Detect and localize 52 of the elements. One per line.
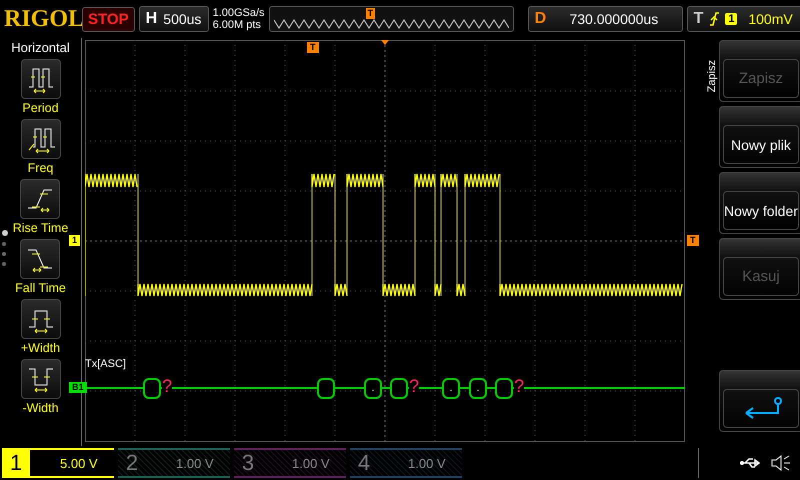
side-menu-title: Zapisz bbox=[706, 60, 718, 92]
trigger-level: 100mV bbox=[747, 11, 794, 27]
speaker-muted-icon bbox=[770, 455, 791, 471]
timebase-box[interactable]: H 500us bbox=[138, 6, 209, 32]
measure-label: Freq bbox=[28, 161, 54, 175]
measure-button[interactable] bbox=[20, 359, 60, 399]
soft-key-button[interactable]: Nowy plik bbox=[719, 106, 800, 168]
timebase-label: H bbox=[146, 10, 158, 28]
trigger-label: T bbox=[694, 10, 704, 28]
decode-packet bbox=[143, 378, 161, 399]
sample-rate: 1.00GSa/s bbox=[212, 7, 265, 19]
channel-marker: 1 bbox=[69, 235, 80, 246]
decode-packet bbox=[390, 378, 408, 399]
bus-marker: B1 bbox=[69, 382, 87, 393]
center-marker-icon bbox=[381, 40, 389, 45]
decode-packet bbox=[317, 378, 335, 399]
channel-scale-tab[interactable]: 4 1.00 V bbox=[350, 448, 462, 478]
soft-key-button[interactable]: Nowy folder bbox=[719, 172, 800, 234]
measure-button[interactable] bbox=[20, 239, 60, 279]
trigger-box[interactable]: T 1 100mV bbox=[686, 6, 800, 32]
trigger-source: 1 bbox=[725, 13, 738, 25]
trigger-position-marker: T bbox=[366, 8, 376, 19]
run-stop-status[interactable]: STOP bbox=[82, 6, 135, 32]
trigger-level-marker: T bbox=[687, 235, 698, 246]
rising-edge-icon bbox=[709, 12, 720, 26]
timebase-value: 500us bbox=[163, 11, 202, 27]
delay-value: 730.000000us bbox=[568, 11, 660, 27]
measure-button[interactable] bbox=[20, 179, 60, 219]
measure-button[interactable] bbox=[20, 119, 60, 159]
bus-label: Tx[ASC] bbox=[85, 358, 126, 370]
measure-button[interactable] bbox=[20, 299, 60, 339]
channel-scale-tab[interactable]: 1 5.00 V bbox=[2, 448, 114, 478]
measure-label: -Width bbox=[22, 401, 59, 415]
measure-button[interactable] bbox=[20, 59, 60, 99]
decode-packet bbox=[495, 378, 513, 399]
memory-depth: 6.00M pts bbox=[212, 19, 262, 31]
usb-icon bbox=[738, 457, 763, 469]
delay-box[interactable]: D 730.000000us bbox=[528, 6, 683, 32]
delay-label: D bbox=[534, 10, 546, 28]
measure-label: Rise Time bbox=[12, 221, 68, 235]
decode-packet: . bbox=[364, 378, 382, 399]
measure-label: +Width bbox=[20, 341, 60, 355]
menu-title: Horizontal bbox=[11, 40, 70, 55]
trigger-position-marker: T bbox=[307, 42, 318, 53]
measure-label: Period bbox=[22, 101, 59, 115]
measure-label: Fall Time bbox=[15, 281, 66, 295]
waveform-overview-icon bbox=[274, 19, 509, 29]
back-button[interactable] bbox=[719, 370, 800, 432]
decode-packet: . bbox=[469, 378, 487, 399]
channel-scale-tab[interactable]: 2 1.00 V bbox=[118, 448, 230, 478]
channel-scale-tab[interactable]: 3 1.00 V bbox=[234, 448, 346, 478]
decode-packet: . bbox=[442, 378, 460, 399]
